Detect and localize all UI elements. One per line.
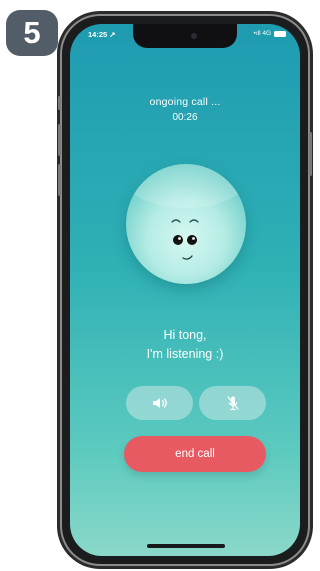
- greeting-line-2: I'm listening :): [146, 347, 224, 361]
- status-time: 14:25 ↗: [88, 30, 116, 39]
- status-indicators: •ıll 4G: [254, 30, 286, 37]
- side-button: [58, 124, 61, 156]
- battery-icon: [274, 30, 286, 37]
- call-timer: 00:26: [172, 112, 198, 123]
- step-number-badge: 5: [6, 10, 58, 56]
- speaker-icon: [152, 398, 167, 408]
- mute-button[interactable]: [199, 386, 266, 420]
- side-button: [309, 132, 312, 176]
- mic-off-icon: [226, 396, 239, 411]
- side-button: [58, 96, 61, 110]
- call-status: ongoing call ...: [149, 96, 221, 108]
- camera-dot: [191, 33, 197, 39]
- signal-text: •ıll 4G: [253, 30, 271, 37]
- side-button: [58, 164, 61, 196]
- speaker-button[interactable]: [126, 386, 193, 420]
- end-call-button[interactable]: end call: [124, 436, 266, 472]
- camera-notch: [133, 24, 237, 48]
- bot-avatar: [126, 164, 246, 284]
- bot-face-icon: [128, 164, 244, 260]
- phone-screen: 14:25 ↗ •ıll 4G ongoing call ... 00:26 H…: [70, 24, 300, 556]
- greeting-line-1: Hi tong,: [163, 328, 207, 342]
- greeting-text: Hi tong, I'm listening :): [70, 326, 300, 364]
- home-indicator[interactable]: [147, 544, 225, 548]
